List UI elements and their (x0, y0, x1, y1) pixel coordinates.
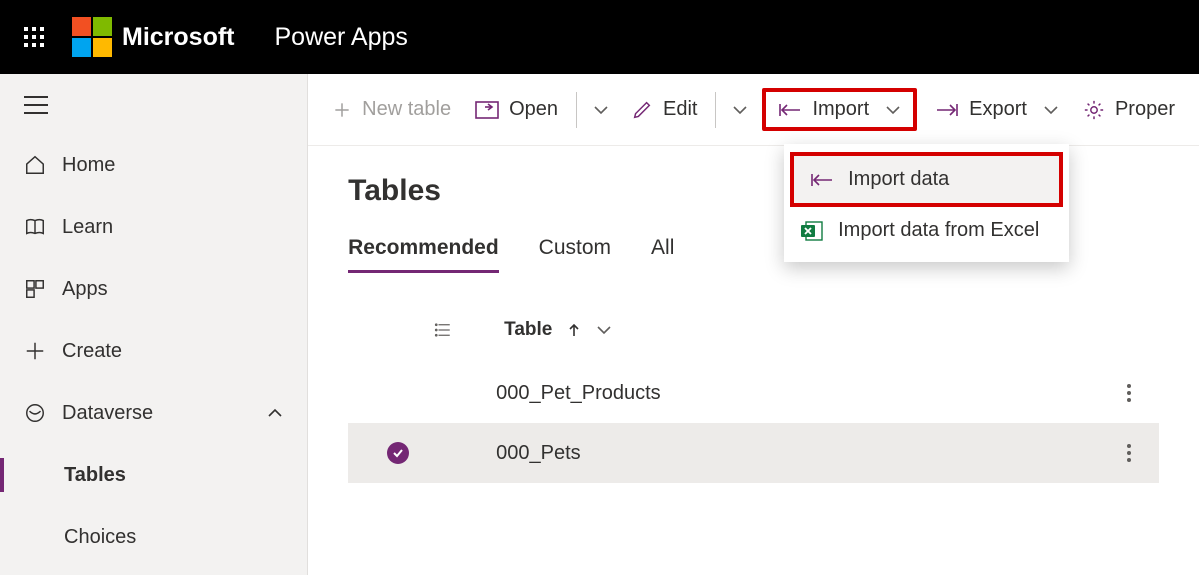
button-label: Proper (1115, 98, 1175, 121)
properties-button[interactable]: Proper (1071, 92, 1187, 127)
sidebar-item-label: Create (62, 340, 122, 363)
sidebar-item-learn[interactable]: Learn (0, 196, 307, 258)
dropdown-item-import-excel[interactable]: Import data from Excel (784, 207, 1069, 254)
microsoft-logo: Microsoft (72, 17, 235, 57)
sidebar-item-label: Apps (62, 278, 108, 301)
import-dropdown: Import data Import data from Excel (784, 144, 1069, 262)
pencil-icon (631, 99, 653, 121)
chevron-down-icon (885, 105, 901, 115)
table-row[interactable]: 000_Pets (348, 423, 1159, 483)
sidebar-item-label: Home (62, 154, 115, 177)
dropdown-item-label: Import data (848, 168, 949, 191)
import-icon (810, 172, 834, 188)
sidebar: Home Learn Apps Create Dataverse (0, 74, 308, 575)
microsoft-logo-icon (72, 17, 112, 57)
dropdown-item-import-data[interactable]: Import data (790, 152, 1063, 207)
sidebar-item-home[interactable]: Home (0, 134, 307, 196)
edit-caret-button[interactable] (722, 99, 758, 121)
more-icon[interactable] (1099, 443, 1159, 463)
button-label: Edit (663, 98, 697, 121)
sidebar-item-label: Learn (62, 216, 113, 239)
global-header: Microsoft Power Apps (0, 0, 1199, 74)
sidebar-item-label: Dataverse (62, 402, 153, 425)
edit-button[interactable]: Edit (619, 92, 709, 127)
sidebar-item-tables[interactable]: Tables (0, 444, 307, 506)
dataverse-icon (24, 402, 62, 424)
waffle-icon[interactable] (16, 19, 52, 55)
sidebar-item-dataverse[interactable]: Dataverse (0, 382, 307, 444)
sidebar-item-apps[interactable]: Apps (0, 258, 307, 320)
open-icon (475, 101, 499, 119)
button-label: Export (969, 98, 1027, 121)
separator (576, 92, 577, 128)
open-button[interactable]: Open (463, 92, 570, 127)
plus-icon (24, 340, 62, 362)
list-icon (434, 321, 452, 339)
new-table-button[interactable]: New table (320, 92, 463, 127)
chevron-up-icon[interactable] (267, 408, 283, 418)
column-header-table[interactable]: Table (348, 319, 1159, 341)
table-name: 000_Pet_Products (434, 382, 1099, 405)
import-button[interactable]: Import (762, 88, 917, 131)
chevron-down-icon (1043, 105, 1059, 115)
sidebar-item-create[interactable]: Create (0, 320, 307, 382)
plus-icon (332, 100, 352, 120)
more-icon[interactable] (1099, 383, 1159, 403)
sidebar-item-label: Tables (64, 464, 126, 487)
selected-check-icon[interactable] (387, 442, 409, 464)
tab-recommended[interactable]: Recommended (348, 236, 499, 273)
open-caret-button[interactable] (583, 99, 619, 121)
book-icon (24, 216, 62, 238)
table-name: 000_Pets (434, 442, 1099, 465)
app-name: Power Apps (275, 23, 408, 52)
tab-all[interactable]: All (651, 236, 674, 273)
sidebar-item-choices[interactable]: Choices (0, 506, 307, 568)
main-content: New table Open Edit (308, 74, 1199, 575)
tab-custom[interactable]: Custom (539, 236, 611, 273)
import-icon (778, 102, 802, 118)
button-label: Open (509, 98, 558, 121)
dropdown-item-label: Import data from Excel (838, 219, 1039, 242)
table-row[interactable]: 000_Pet_Products (348, 363, 1159, 423)
command-bar: New table Open Edit (308, 74, 1199, 146)
export-button[interactable]: Export (923, 92, 1071, 127)
separator (715, 92, 716, 128)
chevron-down-icon[interactable] (596, 325, 612, 335)
button-label: Import (812, 98, 869, 121)
gear-icon (1083, 99, 1105, 121)
hamburger-icon[interactable] (0, 86, 307, 134)
excel-icon (800, 220, 824, 242)
button-label: New table (362, 98, 451, 121)
apps-icon (24, 278, 62, 300)
brand-text: Microsoft (122, 23, 235, 52)
sidebar-item-label: Choices (64, 526, 136, 549)
home-icon (24, 154, 62, 176)
column-label: Table (504, 319, 552, 341)
sort-asc-icon (568, 323, 580, 337)
export-icon (935, 102, 959, 118)
